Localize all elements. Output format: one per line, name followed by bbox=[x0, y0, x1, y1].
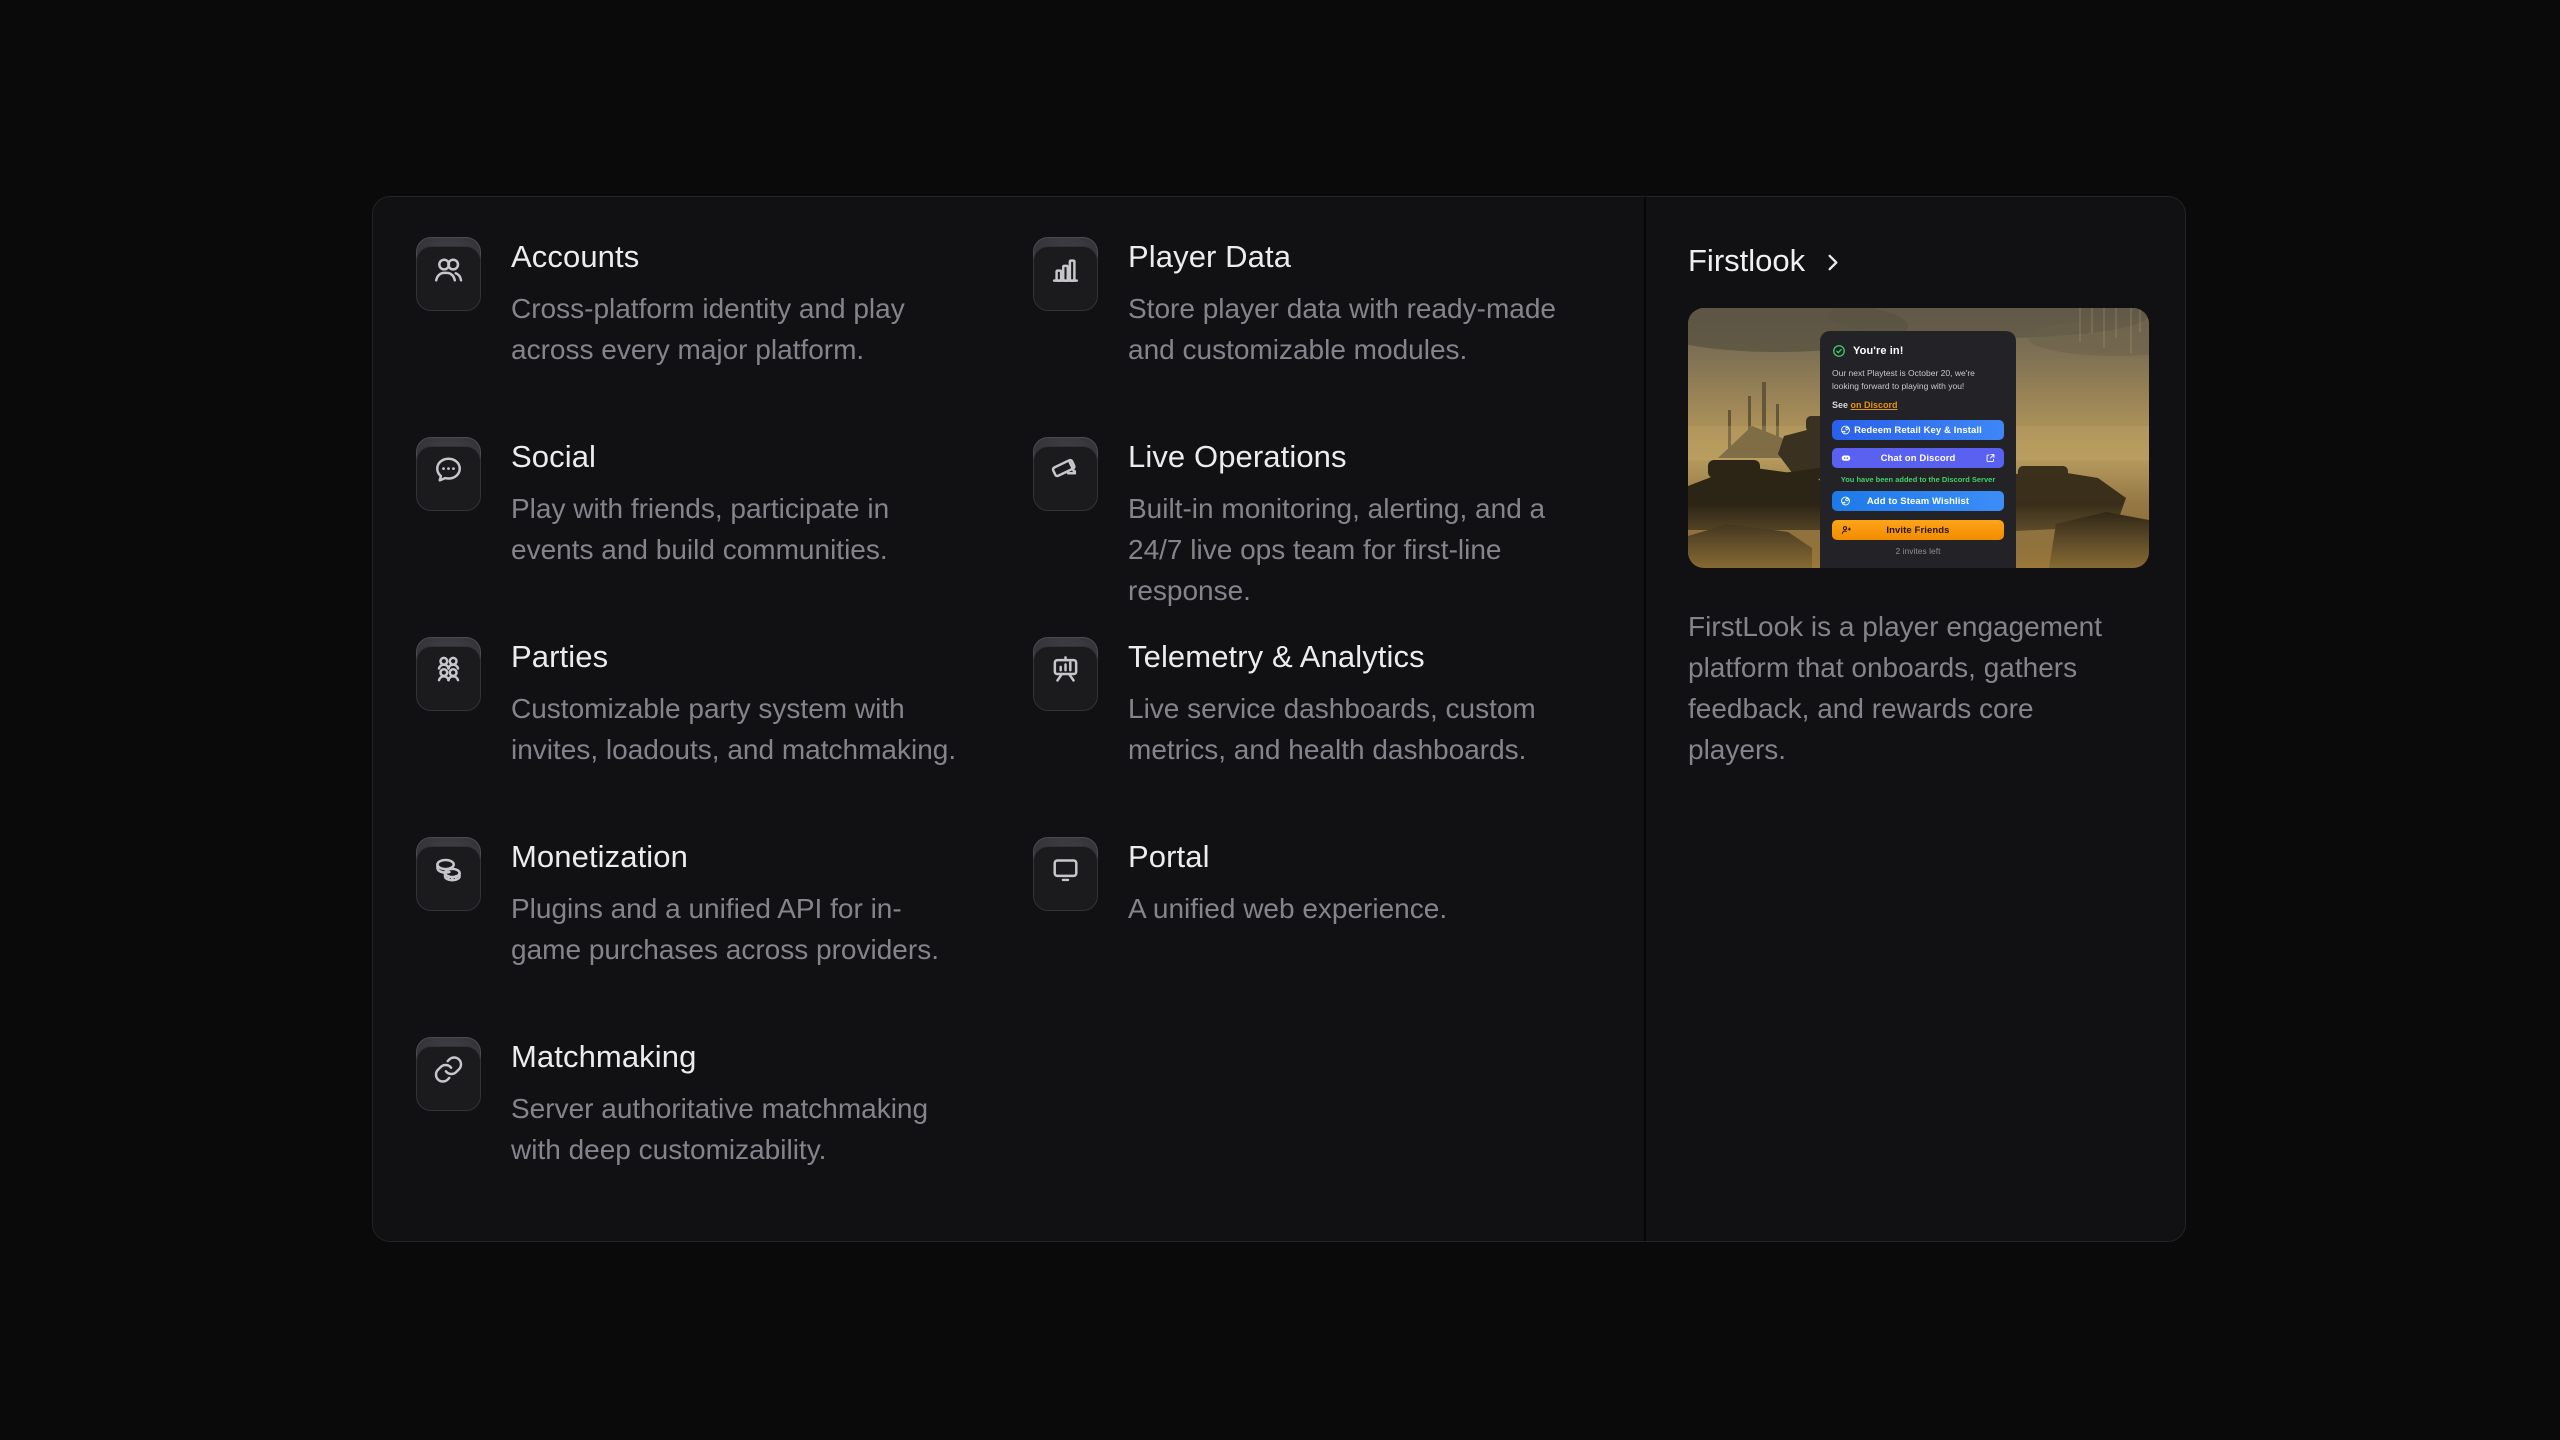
menu-item-title: Portal bbox=[1128, 838, 1580, 876]
discord-added-note: You have been added to the Discord Serve… bbox=[1832, 475, 2004, 484]
menu-item-title: Matchmaking bbox=[511, 1038, 963, 1076]
firstlook-promo-card[interactable]: You're in! Our next Playtest is October … bbox=[1688, 308, 2149, 568]
menu-item-description: A unified web experience. bbox=[1128, 888, 1580, 929]
accounts-tile bbox=[416, 237, 481, 302]
menu-item-description: Live service dashboards, custom metrics,… bbox=[1128, 688, 1580, 770]
menu-item-title: Telemetry & Analytics bbox=[1128, 638, 1580, 676]
invite-friends-button: Invite Friends bbox=[1832, 520, 2004, 540]
redeem-key-button: Redeem Retail Key & Install bbox=[1832, 420, 2004, 440]
menu-item-description: Cross-platform identity and play across … bbox=[511, 288, 963, 370]
monitor-icon bbox=[1048, 852, 1083, 887]
check-circle-icon bbox=[1832, 344, 1846, 358]
parties-tile bbox=[416, 637, 481, 702]
menu-item-portal[interactable]: Portal A unified web experience. bbox=[1033, 837, 1580, 929]
chat-discord-button: Chat on Discord bbox=[1832, 448, 2004, 468]
see-prefix: See bbox=[1832, 400, 1851, 410]
menu-item-description: Play with friends, participate in events… bbox=[511, 488, 963, 570]
firstlook-link[interactable]: Firstlook bbox=[1688, 242, 2185, 280]
coins-icon bbox=[431, 852, 466, 887]
promo-body: Our next Playtest is October 20, we're l… bbox=[1832, 367, 2004, 392]
products-mega-menu: Accounts Cross-platform identity and pla… bbox=[372, 196, 2186, 1242]
steam-wishlist-button: Add to Steam Wishlist bbox=[1832, 491, 2004, 511]
menu-item-title: Parties bbox=[511, 638, 963, 676]
menu-item-parties[interactable]: Parties Customizable party system with i… bbox=[416, 637, 963, 770]
featured-description: FirstLook is a player engagement platfor… bbox=[1688, 606, 2128, 770]
menu-item-description: Plugins and a unified API for in-game pu… bbox=[511, 888, 963, 970]
menu-item-title: Live Operations bbox=[1128, 438, 1580, 476]
menu-item-social[interactable]: Social Play with friends, participate in… bbox=[416, 437, 963, 570]
menu-item-title: Player Data bbox=[1128, 238, 1580, 276]
menu-item-player-data[interactable]: Player Data Store player data with ready… bbox=[1033, 237, 1580, 370]
monetization-tile bbox=[416, 837, 481, 902]
menu-item-live-operations[interactable]: Live Operations Built-in monitoring, ale… bbox=[1033, 437, 1580, 611]
steam-icon bbox=[1840, 425, 1851, 436]
player-data-tile bbox=[1033, 237, 1098, 302]
portal-tile bbox=[1033, 837, 1098, 902]
users-group-icon bbox=[431, 652, 466, 687]
live-operations-tile bbox=[1033, 437, 1098, 502]
menu-item-matchmaking[interactable]: Matchmaking Server authoritative matchma… bbox=[416, 1037, 963, 1170]
menu-item-accounts[interactable]: Accounts Cross-platform identity and pla… bbox=[416, 237, 963, 370]
steam-icon bbox=[1840, 496, 1851, 507]
menu-item-monetization[interactable]: Monetization Plugins and a unified API f… bbox=[416, 837, 963, 970]
promo-modal: You're in! Our next Playtest is October … bbox=[1820, 331, 2016, 568]
chevron-right-icon bbox=[1821, 251, 1844, 274]
matchmaking-tile bbox=[416, 1037, 481, 1102]
discord-link: on Discord bbox=[1851, 400, 1898, 410]
chat-bubble-icon bbox=[431, 452, 466, 487]
users-icon bbox=[431, 252, 466, 287]
menu-item-telemetry-analytics[interactable]: Telemetry & Analytics Live service dashb… bbox=[1033, 637, 1580, 770]
menu-item-title: Social bbox=[511, 438, 963, 476]
person-plus-icon bbox=[1840, 524, 1852, 536]
featured-title: Firstlook bbox=[1688, 242, 1805, 280]
bar-chart-icon bbox=[1048, 252, 1083, 287]
social-tile bbox=[416, 437, 481, 502]
menu-item-title: Monetization bbox=[511, 838, 963, 876]
telemetry-tile bbox=[1033, 637, 1098, 702]
discord-icon bbox=[1840, 452, 1852, 464]
services-grid: Accounts Cross-platform identity and pla… bbox=[373, 197, 1644, 1241]
chain-link-icon bbox=[431, 1052, 466, 1087]
security-camera-icon bbox=[1048, 452, 1083, 487]
menu-item-description: Server authoritative matchmaking with de… bbox=[511, 1088, 963, 1170]
promo-heading: You're in! bbox=[1853, 345, 1903, 357]
invites-left-label: 2 invites left bbox=[1832, 546, 2004, 556]
menu-item-description: Built-in monitoring, alerting, and a 24/… bbox=[1128, 488, 1580, 611]
external-link-icon bbox=[1985, 453, 1996, 464]
featured-section: Firstlook bbox=[1644, 197, 2185, 1241]
presentation-chart-icon bbox=[1048, 652, 1083, 687]
menu-item-description: Store player data with ready-made and cu… bbox=[1128, 288, 1580, 370]
menu-item-description: Customizable party system with invites, … bbox=[511, 688, 963, 770]
menu-item-title: Accounts bbox=[511, 238, 963, 276]
